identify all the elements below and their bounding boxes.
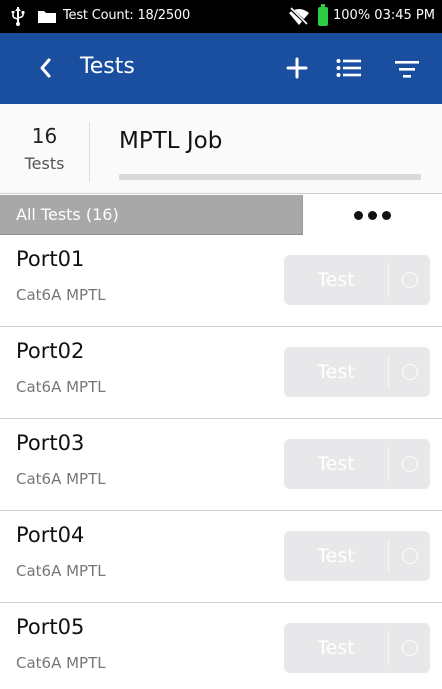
test-row[interactable]: Port04 Cat6A MPTL Test [0,511,442,603]
button-divider [388,263,389,297]
test-list: Port01 Cat6A MPTL Test Port02 Cat6A MPTL… [0,235,442,689]
job-progress-bar [119,174,421,180]
test-button-label: Test [317,361,355,383]
list-icon[interactable] [336,58,362,78]
test-button[interactable]: Test [284,623,430,673]
test-name: Port02 [16,339,85,363]
add-icon[interactable] [286,57,308,79]
test-name: Port05 [16,615,85,639]
job-name[interactable]: MPTL Job [119,128,222,154]
test-type: Cat6A MPTL [16,654,106,672]
button-divider [388,447,389,481]
status-bar: Test Count: 18/2500 100% 03:45 PM [0,0,442,33]
test-row[interactable]: Port03 Cat6A MPTL Test [0,419,442,511]
test-row[interactable]: Port02 Cat6A MPTL Test [0,327,442,419]
select-radio-icon[interactable] [402,456,418,472]
test-type: Cat6A MPTL [16,562,106,580]
all-tests-filter[interactable]: All Tests (16) [16,205,119,224]
tests-count-number: 16 [31,124,58,148]
select-radio-icon[interactable] [402,364,418,380]
select-radio-icon[interactable] [402,548,418,564]
filter-bar: All Tests (16) [0,195,442,235]
folder-icon [38,11,56,23]
test-button-label: Test [317,269,355,291]
select-radio-icon[interactable] [402,640,418,656]
battery-time: 100% 03:45 PM [333,8,435,23]
wifi-off-icon [288,7,310,26]
button-divider [388,355,389,389]
test-name: Port01 [16,247,85,271]
test-button-label: Test [317,637,355,659]
select-radio-icon[interactable] [402,272,418,288]
more-options-button[interactable] [302,195,442,235]
test-type: Cat6A MPTL [16,470,106,488]
job-summary: 16 Tests MPTL Job [0,104,442,194]
page-title: Tests [80,54,135,79]
test-type: Cat6A MPTL [16,378,106,396]
test-name: Port04 [16,523,85,547]
button-divider [388,631,389,665]
app-header: Tests [0,33,442,104]
test-type: Cat6A MPTL [16,286,106,304]
test-button[interactable]: Test [284,531,430,581]
test-count: Test Count: 18/2500 [63,8,191,23]
back-chevron-icon[interactable] [38,57,52,79]
button-divider [388,539,389,573]
tests-count-label: Tests [24,154,65,173]
usb-icon [11,7,25,26]
test-button-label: Test [317,545,355,567]
test-button[interactable]: Test [284,347,430,397]
test-button[interactable]: Test [284,255,430,305]
test-button-label: Test [317,453,355,475]
test-count-box: 16 Tests [0,122,90,182]
test-button[interactable]: Test [284,439,430,489]
filter-icon[interactable] [394,59,420,79]
more-dots-icon [354,210,391,220]
test-row[interactable]: Port05 Cat6A MPTL Test [0,603,442,689]
test-row[interactable]: Port01 Cat6A MPTL Test [0,235,442,327]
test-name: Port03 [16,431,85,455]
battery-icon [318,4,328,26]
